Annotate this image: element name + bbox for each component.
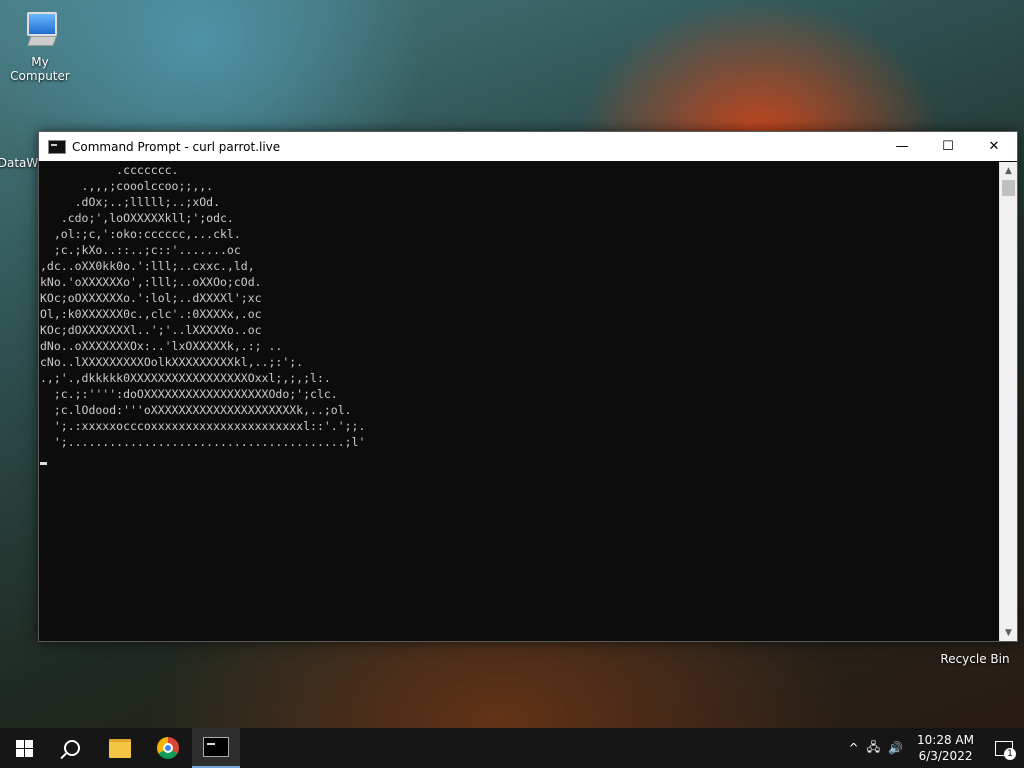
scroll-thumb[interactable] xyxy=(1002,180,1015,196)
console-text: .ccccccc. .,,,;cooolccoo;;,,. .dOx;..;ll… xyxy=(40,163,366,449)
folder-icon xyxy=(109,738,131,758)
network-icon[interactable]: 🖧 xyxy=(863,738,884,759)
command-prompt-icon xyxy=(203,737,229,757)
file-explorer-button[interactable] xyxy=(96,728,144,768)
desktop-icon-label: My Computer xyxy=(10,55,70,83)
taskbar: ^ 🖧 🔊 10:28 AM 6/3/2022 1 xyxy=(0,728,1024,768)
command-prompt-taskbar-button[interactable] xyxy=(192,728,240,768)
action-center-button[interactable]: 1 xyxy=(984,728,1024,768)
maximize-button[interactable]: ☐ xyxy=(925,132,971,161)
clock[interactable]: 10:28 AM 6/3/2022 xyxy=(907,732,984,764)
minimize-button[interactable]: — xyxy=(879,132,925,161)
clock-date: 6/3/2022 xyxy=(918,749,973,763)
text-cursor xyxy=(40,462,47,465)
search-button[interactable] xyxy=(48,728,96,768)
window-title: Command Prompt - curl parrot.live xyxy=(72,139,281,154)
desktop-icon-label: Recycle Bin xyxy=(940,652,1010,666)
show-hidden-icons-chevron-icon[interactable]: ^ xyxy=(845,741,863,755)
scroll-down-button[interactable]: ▼ xyxy=(1000,624,1017,641)
console-output[interactable]: .ccccccc. .,,,;cooolccoo;;,,. .dOx;..;ll… xyxy=(39,162,999,641)
desktop-icon-my-computer[interactable]: My Computer xyxy=(0,10,80,83)
clock-time: 10:28 AM xyxy=(917,733,974,747)
command-prompt-icon xyxy=(48,139,66,154)
scroll-up-button[interactable]: ▲ xyxy=(1000,162,1017,179)
vertical-scrollbar[interactable]: ▲ ▼ xyxy=(999,162,1017,641)
windows-logo-icon xyxy=(15,739,33,757)
notification-count: 1 xyxy=(1004,748,1016,760)
chrome-icon xyxy=(157,737,179,759)
start-button[interactable] xyxy=(0,728,48,768)
title-bar[interactable]: Command Prompt - curl parrot.live — ☐ ✕ xyxy=(39,132,1017,161)
computer-icon xyxy=(23,10,57,50)
command-prompt-window[interactable]: Command Prompt - curl parrot.live — ☐ ✕ … xyxy=(38,131,1018,642)
close-button[interactable]: ✕ xyxy=(971,132,1017,161)
search-icon xyxy=(64,740,80,756)
system-tray: ^ 🖧 🔊 10:28 AM 6/3/2022 1 xyxy=(845,728,1024,768)
volume-icon[interactable]: 🔊 xyxy=(884,741,907,755)
chrome-button[interactable] xyxy=(144,728,192,768)
